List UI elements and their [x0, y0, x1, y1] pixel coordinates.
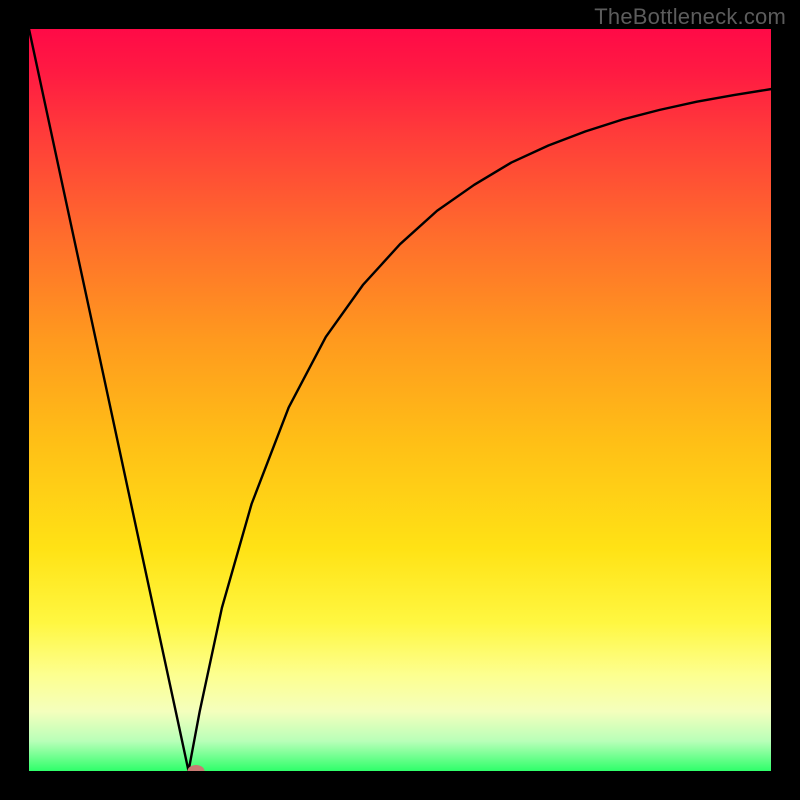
chart-frame: TheBottleneck.com [0, 0, 800, 800]
watermark-label: TheBottleneck.com [594, 4, 786, 30]
marker-dot [187, 765, 204, 771]
plot-area [29, 29, 771, 771]
bottleneck-curve [29, 29, 771, 771]
